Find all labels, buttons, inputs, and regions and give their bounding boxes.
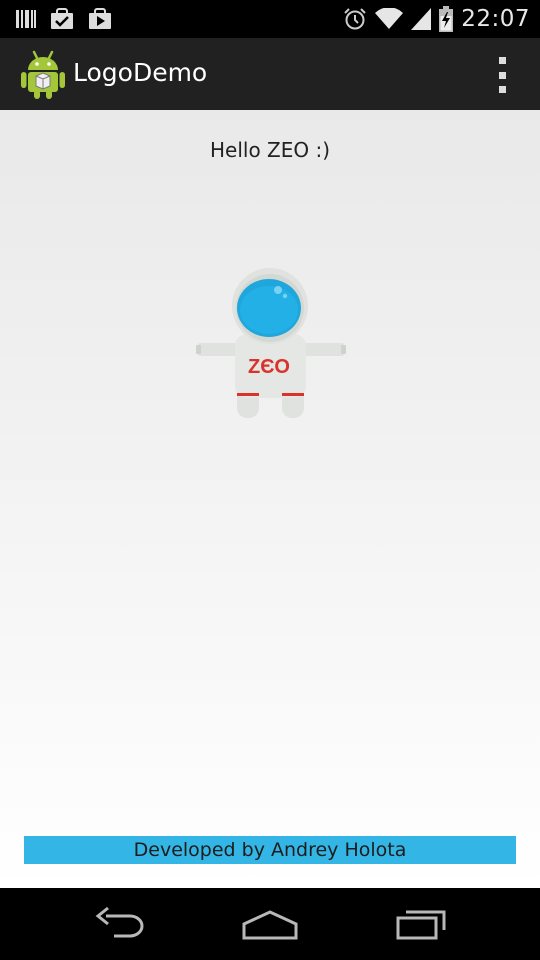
back-icon[interactable] bbox=[92, 906, 148, 942]
barcode-icon bbox=[16, 10, 36, 28]
navigation-bar bbox=[0, 888, 540, 960]
overflow-menu-icon[interactable] bbox=[494, 57, 510, 93]
shopping-bag-check-icon bbox=[51, 8, 73, 29]
battery-charging-icon bbox=[439, 6, 454, 32]
wifi-icon bbox=[375, 8, 404, 29]
recent-apps-icon[interactable] bbox=[394, 906, 450, 942]
signal-icon bbox=[411, 8, 432, 30]
status-bar: 22:07 bbox=[0, 0, 540, 38]
home-icon[interactable] bbox=[240, 906, 300, 942]
zeo-logo-text: ZЄO bbox=[248, 356, 290, 378]
action-bar: LogoDemo bbox=[0, 38, 540, 110]
status-right-icons: 22:07 bbox=[343, 5, 530, 33]
app-title: LogoDemo bbox=[73, 58, 208, 87]
main-content: Hello ZEO :) ZЄO Developed by Andrey Hol… bbox=[0, 110, 540, 888]
status-time: 22:07 bbox=[461, 6, 530, 32]
status-left-icons bbox=[16, 7, 112, 31]
overflow-dot bbox=[498, 86, 506, 93]
overflow-dot bbox=[498, 71, 506, 79]
greeting-text: Hello ZEO :) bbox=[209, 138, 331, 162]
developer-credit-bar: Developed by Andrey Holota bbox=[24, 836, 516, 864]
alarm-icon bbox=[344, 8, 366, 30]
overflow-dot bbox=[498, 57, 506, 64]
play-store-icon bbox=[89, 8, 111, 29]
android-app-icon[interactable] bbox=[20, 48, 66, 100]
zeo-astronaut-logo: ZЄO bbox=[196, 268, 346, 418]
